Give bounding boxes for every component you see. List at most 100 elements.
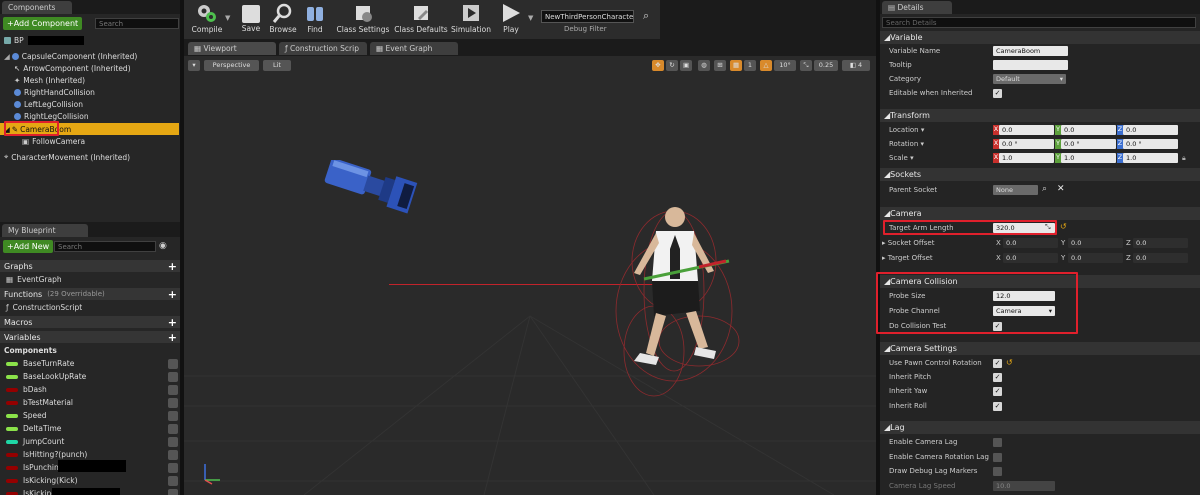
rotation-lag-checkbox[interactable] bbox=[993, 453, 1002, 462]
rotation-y-input[interactable]: 0.0 ° bbox=[1061, 139, 1116, 149]
blueprint-search-input[interactable]: Search bbox=[54, 241, 156, 252]
scale-x-input[interactable]: 1.0 bbox=[999, 153, 1054, 163]
parent-socket-field[interactable]: None bbox=[993, 185, 1038, 195]
inherit-yaw-checkbox[interactable]: ✓ bbox=[993, 387, 1002, 396]
lit-button[interactable]: Lit bbox=[263, 60, 291, 71]
tab-construction-script[interactable]: ƒ Construction Scrip bbox=[279, 42, 367, 55]
surface-snap-icon[interactable]: ⊞ bbox=[714, 60, 726, 71]
tree-item[interactable]: ↖ ArrowComponent (Inherited) bbox=[14, 62, 131, 74]
translate-mode-icon[interactable]: ✥ bbox=[652, 60, 664, 71]
tree-item[interactable]: ▣ FollowCamera bbox=[22, 135, 85, 147]
socket-offset-x-input[interactable]: 0.0 bbox=[1003, 238, 1058, 248]
variable-item[interactable]: bTestMaterial bbox=[0, 396, 181, 409]
location-z-input[interactable]: 0.0 bbox=[1123, 125, 1178, 135]
find-button[interactable]: Find bbox=[292, 2, 338, 36]
debug-object-select[interactable]: NewThirdPersonCharacter bbox=[541, 10, 634, 23]
add-variable-icon[interactable]: + bbox=[168, 332, 177, 343]
visibility-eye-icon[interactable] bbox=[168, 449, 178, 460]
scale-y-input[interactable]: 1.0 bbox=[1061, 153, 1116, 163]
socket-search-icon[interactable]: ⌕ bbox=[1042, 184, 1047, 194]
sockets-section[interactable]: ◢ Sockets bbox=[880, 168, 1200, 181]
tab-components[interactable]: Components bbox=[2, 1, 72, 14]
tab-my-blueprint[interactable]: My Blueprint bbox=[2, 224, 88, 237]
tooltip-input[interactable] bbox=[993, 60, 1068, 70]
add-graph-icon[interactable]: + bbox=[168, 261, 177, 272]
reset-default-icon[interactable]: ↺ bbox=[1006, 358, 1013, 367]
inherit-pitch-checkbox[interactable]: ✓ bbox=[993, 373, 1002, 382]
variables-section[interactable]: Variables + bbox=[0, 331, 181, 343]
transform-section[interactable]: ◢ Transform bbox=[880, 109, 1200, 122]
editable-checkbox[interactable]: ✓ bbox=[993, 89, 1002, 98]
compile-button[interactable]: Compile bbox=[184, 2, 230, 36]
add-macro-icon[interactable]: + bbox=[168, 317, 177, 328]
scale-snap-icon[interactable]: ⤡ bbox=[800, 60, 812, 71]
visibility-eye-icon[interactable] bbox=[168, 488, 178, 495]
pawn-control-checkbox[interactable]: ✓ bbox=[993, 359, 1002, 368]
tree-item-selected[interactable]: ◢ ✎ CameraBoom bbox=[0, 123, 179, 135]
variable-item[interactable]: DeltaTime bbox=[0, 422, 181, 435]
macros-section[interactable]: Macros + bbox=[0, 316, 181, 328]
rotation-x-input[interactable]: 0.0 ° bbox=[999, 139, 1054, 149]
variable-section[interactable]: ◢ Variable bbox=[880, 31, 1200, 44]
tab-viewport[interactable]: ▦ Viewport bbox=[188, 42, 276, 55]
variable-name-input[interactable]: CameraBoom bbox=[993, 46, 1068, 56]
tab-details[interactable]: ▤ Details bbox=[882, 1, 952, 14]
event-graph-item[interactable]: ▦ EventGraph bbox=[0, 273, 181, 286]
tree-root[interactable]: BP bbox=[4, 34, 84, 46]
perspective-button[interactable]: Perspective bbox=[204, 60, 259, 71]
visibility-eye-icon[interactable] bbox=[168, 462, 178, 473]
scale-z-input[interactable]: 1.0 bbox=[1123, 153, 1178, 163]
rotate-mode-icon[interactable]: ↻ bbox=[666, 60, 678, 71]
components-category[interactable]: Components bbox=[0, 344, 181, 357]
probe-channel-select[interactable]: Camera ▾ bbox=[993, 306, 1055, 316]
probe-size-input[interactable]: 12.0 bbox=[993, 291, 1055, 301]
add-new-button[interactable]: +Add New bbox=[3, 240, 54, 253]
angle-snap-value[interactable]: 10° bbox=[774, 60, 796, 71]
grid-size-value[interactable]: 1 bbox=[744, 60, 756, 71]
class-settings-button[interactable]: Class Settings bbox=[334, 2, 392, 36]
socket-offset-z-input[interactable]: 0.0 bbox=[1133, 238, 1188, 248]
location-y-input[interactable]: 0.0 bbox=[1061, 125, 1116, 135]
variable-item[interactable]: bDash bbox=[0, 383, 181, 396]
visibility-eye-icon[interactable] bbox=[168, 423, 178, 434]
visibility-eye-icon[interactable] bbox=[168, 436, 178, 447]
class-defaults-button[interactable]: Class Defaults bbox=[392, 2, 450, 36]
target-offset-z-input[interactable]: 0.0 bbox=[1133, 253, 1188, 263]
variable-item[interactable]: IsKicking(Kick) bbox=[0, 474, 181, 487]
visibility-eye-icon[interactable] bbox=[168, 397, 178, 408]
angle-snap-icon[interactable]: △ bbox=[760, 60, 772, 71]
clear-socket-icon[interactable]: ✕ bbox=[1057, 184, 1065, 194]
debug-search-icon[interactable]: ⌕ bbox=[643, 9, 649, 23]
visibility-eye-icon[interactable]: ◉ bbox=[159, 241, 167, 251]
do-collision-checkbox[interactable]: ✓ bbox=[993, 322, 1002, 331]
add-component-button[interactable]: +Add Component bbox=[3, 17, 83, 30]
category-select[interactable]: Default ▾ bbox=[993, 74, 1066, 84]
variable-item[interactable]: BaseLookUpRate bbox=[0, 370, 181, 383]
tree-item[interactable]: LeftLegCollision bbox=[14, 98, 83, 110]
variable-item[interactable]: Speed bbox=[0, 409, 181, 422]
camera-settings-section[interactable]: ◢ Camera Settings bbox=[880, 342, 1200, 355]
camera-mesh[interactable] bbox=[319, 160, 429, 220]
socket-offset-y-input[interactable]: 0.0 bbox=[1068, 238, 1123, 248]
details-search-input[interactable]: Search Details bbox=[882, 17, 1196, 28]
viewport[interactable]: ▾ Perspective Lit ✥ ↻ ▣ ◍ ⊞ ▦ 1 △ 10° ⤡ … bbox=[184, 56, 876, 495]
world-local-icon[interactable]: ◍ bbox=[698, 60, 710, 71]
simulation-button[interactable]: Simulation bbox=[449, 2, 493, 36]
tree-item[interactable]: ⌖ CharacterMovement (Inherited) bbox=[4, 151, 130, 163]
visibility-eye-icon[interactable] bbox=[168, 475, 178, 486]
character-mesh[interactable] bbox=[604, 201, 764, 401]
graphs-section[interactable]: Graphs + bbox=[0, 260, 181, 272]
visibility-eye-icon[interactable] bbox=[168, 384, 178, 395]
play-dropdown-icon[interactable]: ▼ bbox=[528, 14, 533, 22]
lag-speed-input[interactable]: 10.0 bbox=[993, 481, 1055, 491]
lock-icon[interactable]: 🔒︎ bbox=[1182, 154, 1186, 163]
camera-collision-section[interactable]: ◢ Camera Collision bbox=[880, 275, 1200, 288]
variable-item[interactable]: JumpCount bbox=[0, 435, 181, 448]
visibility-eye-icon[interactable] bbox=[168, 371, 178, 382]
camera-lag-checkbox[interactable] bbox=[993, 438, 1002, 447]
tree-item[interactable]: ◢ CapsuleComponent (Inherited) bbox=[4, 50, 137, 62]
construction-script-item[interactable]: ƒ ConstructionScript bbox=[0, 301, 181, 314]
lag-section[interactable]: ◢ Lag bbox=[880, 421, 1200, 434]
tab-event-graph[interactable]: ▦ Event Graph bbox=[370, 42, 458, 55]
visibility-eye-icon[interactable] bbox=[168, 410, 178, 421]
